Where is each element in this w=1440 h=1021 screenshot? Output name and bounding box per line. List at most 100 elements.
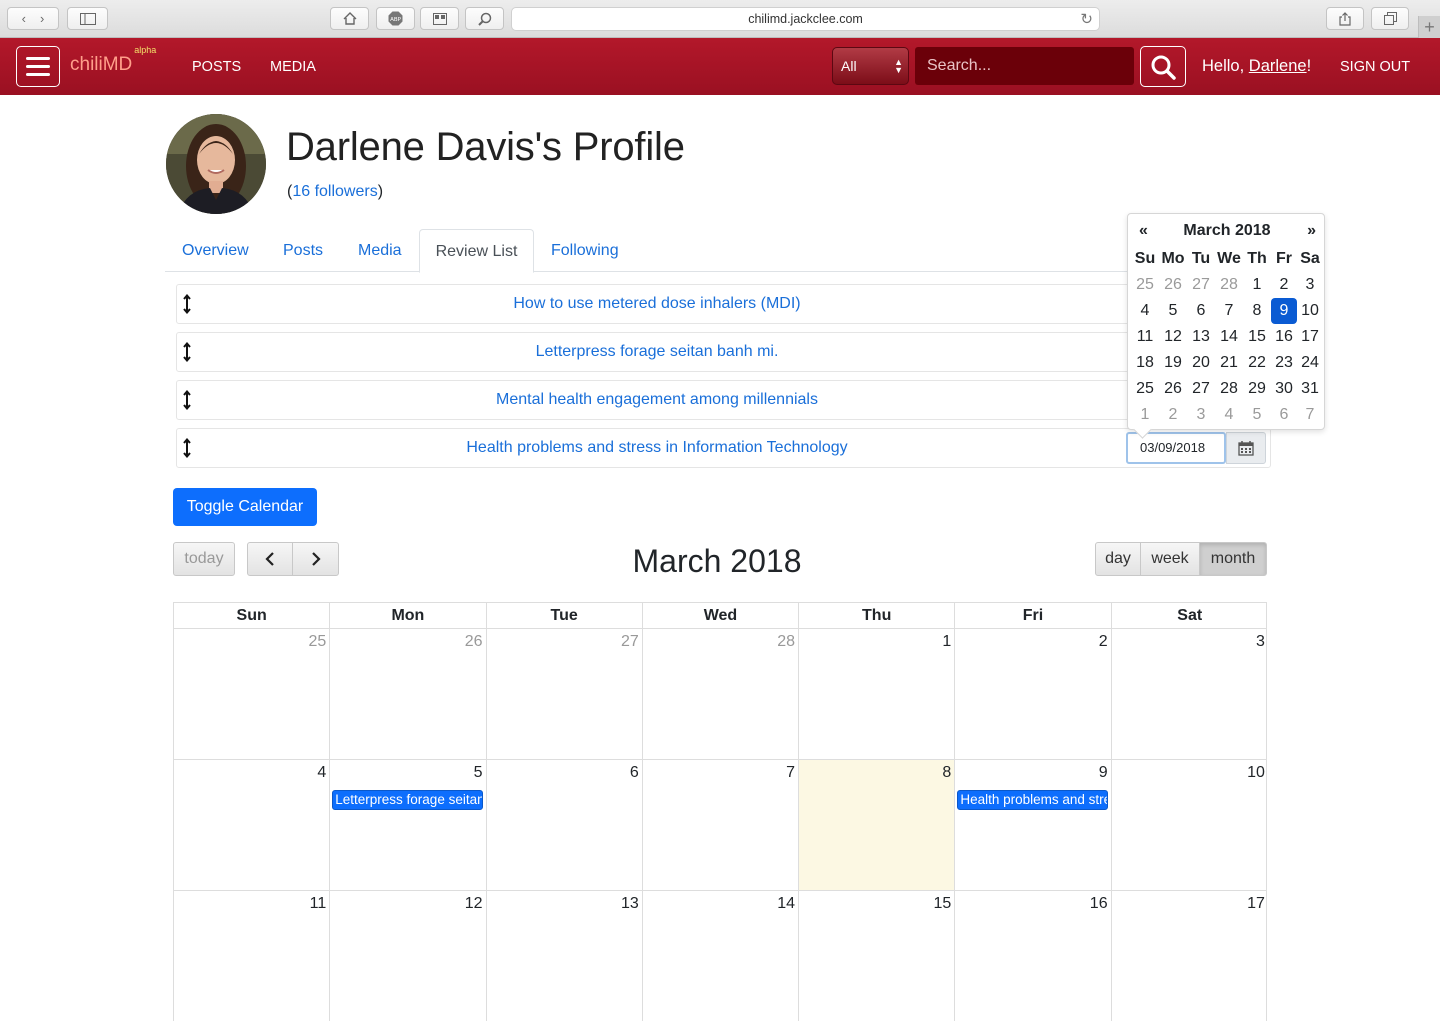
datepicker-day[interactable]: 6 xyxy=(1271,402,1297,428)
calendar-day-cell[interactable]: 28 xyxy=(643,629,800,759)
datepicker-month[interactable]: March 2018 xyxy=(1128,222,1326,240)
calendar-day-cell[interactable]: 13 xyxy=(487,891,643,1021)
tabs-overview-button[interactable] xyxy=(1371,7,1409,30)
brand-logo[interactable]: chiliMDalpha xyxy=(70,45,156,76)
calendar-event[interactable]: Health problems and stress in Informatio… xyxy=(957,790,1109,810)
datepicker-day[interactable]: 13 xyxy=(1187,324,1215,350)
calendar-day-number[interactable]: 6 xyxy=(630,764,639,782)
datepicker-prev[interactable]: « xyxy=(1139,222,1148,240)
datepicker-day[interactable]: 1 xyxy=(1243,272,1271,298)
home-button[interactable] xyxy=(330,7,369,30)
reload-icon[interactable]: ↻ xyxy=(1080,10,1093,28)
user-profile-link[interactable]: Darlene xyxy=(1249,57,1307,75)
calendar-day-number[interactable]: 1 xyxy=(942,633,951,651)
datepicker-day[interactable]: 19 xyxy=(1159,350,1187,376)
sign-out-link[interactable]: SIGN OUT xyxy=(1340,59,1410,75)
calendar-day-number[interactable]: 28 xyxy=(777,633,795,651)
calendar-day-number[interactable]: 25 xyxy=(308,633,326,651)
calendar-day-cell[interactable]: 25 xyxy=(174,629,331,759)
datepicker-day[interactable]: 2 xyxy=(1271,272,1297,298)
datepicker-day[interactable]: 14 xyxy=(1215,324,1243,350)
nav-link-posts[interactable]: POSTS xyxy=(192,59,241,75)
calendar-day-cell[interactable]: 5 Letterpress forage seitan banh mi. xyxy=(330,760,487,890)
calendar-day-number[interactable]: 17 xyxy=(1247,895,1265,913)
view-week-button[interactable]: week xyxy=(1140,542,1200,576)
datepicker-day[interactable]: 23 xyxy=(1271,350,1297,376)
share-button[interactable] xyxy=(1326,7,1364,30)
calendar-day-number[interactable]: 10 xyxy=(1247,764,1265,782)
datepicker-day[interactable]: 30 xyxy=(1271,376,1297,402)
reader-button[interactable] xyxy=(420,7,459,30)
address-bar[interactable]: chilimd.jackclee.com ↻ xyxy=(511,7,1100,31)
datepicker-day[interactable]: 1 xyxy=(1131,402,1159,428)
calendar-day-cell[interactable]: 8 xyxy=(799,760,956,890)
datepicker-day[interactable]: 16 xyxy=(1271,324,1297,350)
datepicker-day[interactable]: 8 xyxy=(1243,298,1271,324)
calendar-day-number[interactable]: 26 xyxy=(465,633,483,651)
tab-following[interactable]: Following xyxy=(551,229,619,272)
calendar-day-number[interactable]: 5 xyxy=(474,764,483,782)
review-item-title[interactable]: Health problems and stress in Informatio… xyxy=(177,439,1137,457)
calendar-day-number[interactable]: 16 xyxy=(1090,895,1108,913)
calendar-day-number[interactable]: 7 xyxy=(786,764,795,782)
datepicker-day[interactable]: 29 xyxy=(1243,376,1271,402)
datepicker-day[interactable]: 20 xyxy=(1187,350,1215,376)
datepicker-day[interactable]: 5 xyxy=(1159,298,1187,324)
calendar-day-number[interactable]: 3 xyxy=(1256,633,1265,651)
datepicker-day[interactable]: 22 xyxy=(1243,350,1271,376)
datepicker-day[interactable]: 27 xyxy=(1187,272,1215,298)
datepicker-day[interactable]: 4 xyxy=(1215,402,1243,428)
tab-review-list[interactable]: Review List xyxy=(419,229,534,273)
calendar-day-cell[interactable]: 7 xyxy=(643,760,800,890)
calendar-day-cell[interactable]: 12 xyxy=(330,891,487,1021)
review-item-title[interactable]: Mental health engagement among millennia… xyxy=(177,391,1137,409)
calendar-day-number[interactable]: 9 xyxy=(1099,764,1108,782)
review-list-item[interactable]: Health problems and stress in Informatio… xyxy=(176,428,1271,468)
datepicker-day[interactable]: 4 xyxy=(1131,298,1159,324)
calendar-day-number[interactable]: 14 xyxy=(777,895,795,913)
review-item-title[interactable]: How to use metered dose inhalers (MDI) xyxy=(177,295,1137,313)
review-list-item[interactable]: Mental health engagement among millennia… xyxy=(176,380,1271,420)
sidebar-toggle-button[interactable] xyxy=(67,7,108,30)
datepicker-day[interactable]: 21 xyxy=(1215,350,1243,376)
datepicker-day[interactable]: 31 xyxy=(1297,376,1323,402)
datepicker-day[interactable]: 28 xyxy=(1215,272,1243,298)
calendar-day-cell[interactable]: 27 xyxy=(487,629,643,759)
calendar-day-cell[interactable]: 15 xyxy=(799,891,956,1021)
followers-link[interactable]: 16 followers xyxy=(292,183,377,200)
calendar-day-number[interactable]: 2 xyxy=(1099,633,1108,651)
calendar-day-cell[interactable]: 6 xyxy=(487,760,643,890)
view-day-button[interactable]: day xyxy=(1095,542,1141,576)
adblock-button[interactable]: ABP xyxy=(376,7,415,30)
datepicker-day[interactable]: 25 xyxy=(1131,376,1159,402)
datepicker-day[interactable]: 28 xyxy=(1215,376,1243,402)
calendar-day-cell[interactable]: 9 Health problems and stress in Informati… xyxy=(955,760,1112,890)
calendar-day-number[interactable]: 13 xyxy=(621,895,639,913)
toggle-calendar-button[interactable]: Toggle Calendar xyxy=(173,488,317,526)
datepicker-day[interactable]: 9 xyxy=(1271,298,1297,324)
datepicker-day[interactable]: 26 xyxy=(1159,272,1187,298)
datepicker-day[interactable]: 26 xyxy=(1159,376,1187,402)
find-button[interactable] xyxy=(465,7,504,30)
tab-posts[interactable]: Posts xyxy=(283,229,323,272)
datepicker-day[interactable]: 7 xyxy=(1215,298,1243,324)
datepicker-day[interactable]: 6 xyxy=(1187,298,1215,324)
datepicker-day[interactable]: 3 xyxy=(1297,272,1323,298)
datepicker-next[interactable]: » xyxy=(1307,222,1316,240)
forward-icon[interactable]: › xyxy=(40,11,44,26)
date-picker-button[interactable] xyxy=(1226,432,1266,464)
calendar-day-cell[interactable]: 10 xyxy=(1112,760,1268,890)
view-month-button[interactable]: month xyxy=(1199,542,1267,576)
tab-overview[interactable]: Overview xyxy=(182,229,249,272)
datepicker-day[interactable]: 5 xyxy=(1243,402,1271,428)
tab-media[interactable]: Media xyxy=(358,229,402,272)
datepicker-day[interactable]: 7 xyxy=(1297,402,1323,428)
search-filter-select[interactable]: All ▲ ▼ xyxy=(832,47,909,85)
datepicker-day[interactable]: 18 xyxy=(1131,350,1159,376)
calendar-day-number[interactable]: 8 xyxy=(942,764,951,782)
back-forward-buttons[interactable]: ‹ › xyxy=(7,7,59,30)
calendar-day-number[interactable]: 27 xyxy=(621,633,639,651)
datepicker-day[interactable]: 17 xyxy=(1297,324,1323,350)
calendar-event[interactable]: Letterpress forage seitan banh mi. xyxy=(332,790,484,810)
menu-button[interactable] xyxy=(16,46,60,87)
